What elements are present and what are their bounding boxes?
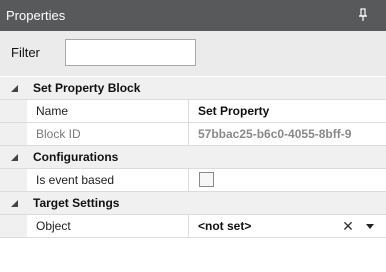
- property-row-event-based: Is event based: [0, 169, 386, 192]
- category-configurations[interactable]: Configurations: [0, 146, 386, 169]
- filter-label: Filter: [11, 45, 40, 60]
- dropdown-arrow-icon[interactable]: [364, 220, 376, 232]
- property-row-name: Name Set Property: [0, 100, 386, 123]
- row-gutter: [0, 123, 27, 145]
- pin-icon[interactable]: [358, 8, 368, 22]
- row-gutter: [0, 100, 27, 122]
- row-gutter: [0, 169, 27, 191]
- row-gutter: [0, 215, 27, 237]
- category-target-settings[interactable]: Target Settings: [0, 192, 386, 215]
- chevron-down-icon[interactable]: [11, 154, 18, 161]
- block-id-label: Block ID: [27, 123, 189, 145]
- property-name-label: Name: [27, 100, 189, 122]
- filter-bar: Filter: [0, 31, 386, 76]
- event-based-checkbox[interactable]: [199, 172, 214, 187]
- object-value[interactable]: <not set>: [190, 215, 386, 237]
- category-label: Set Property Block: [33, 81, 141, 95]
- filter-input[interactable]: [65, 39, 196, 66]
- property-grid: Set Property Block Name Set Property Blo…: [0, 77, 386, 238]
- panel-title: Properties: [6, 8, 66, 23]
- property-row-object: Object <not set> ✕: [0, 215, 386, 238]
- clear-icon[interactable]: ✕: [341, 218, 355, 234]
- panel-titlebar: Properties: [0, 0, 386, 31]
- category-set-property-block[interactable]: Set Property Block: [0, 77, 386, 100]
- properties-panel: Properties Filter Set Property Block Nam…: [0, 0, 386, 272]
- chevron-down-icon[interactable]: [11, 200, 18, 207]
- chevron-down-icon[interactable]: [11, 85, 18, 92]
- property-row-block-id: Block ID 57bbac25-b6c0-4055-8bff-9: [0, 123, 386, 146]
- block-id-value: 57bbac25-b6c0-4055-8bff-9: [198, 127, 352, 141]
- object-label: Object: [27, 215, 189, 237]
- event-based-label: Is event based: [27, 169, 189, 191]
- category-label: Target Settings: [33, 196, 120, 210]
- property-name-value[interactable]: Set Property: [190, 100, 386, 122]
- category-label: Configurations: [33, 150, 119, 164]
